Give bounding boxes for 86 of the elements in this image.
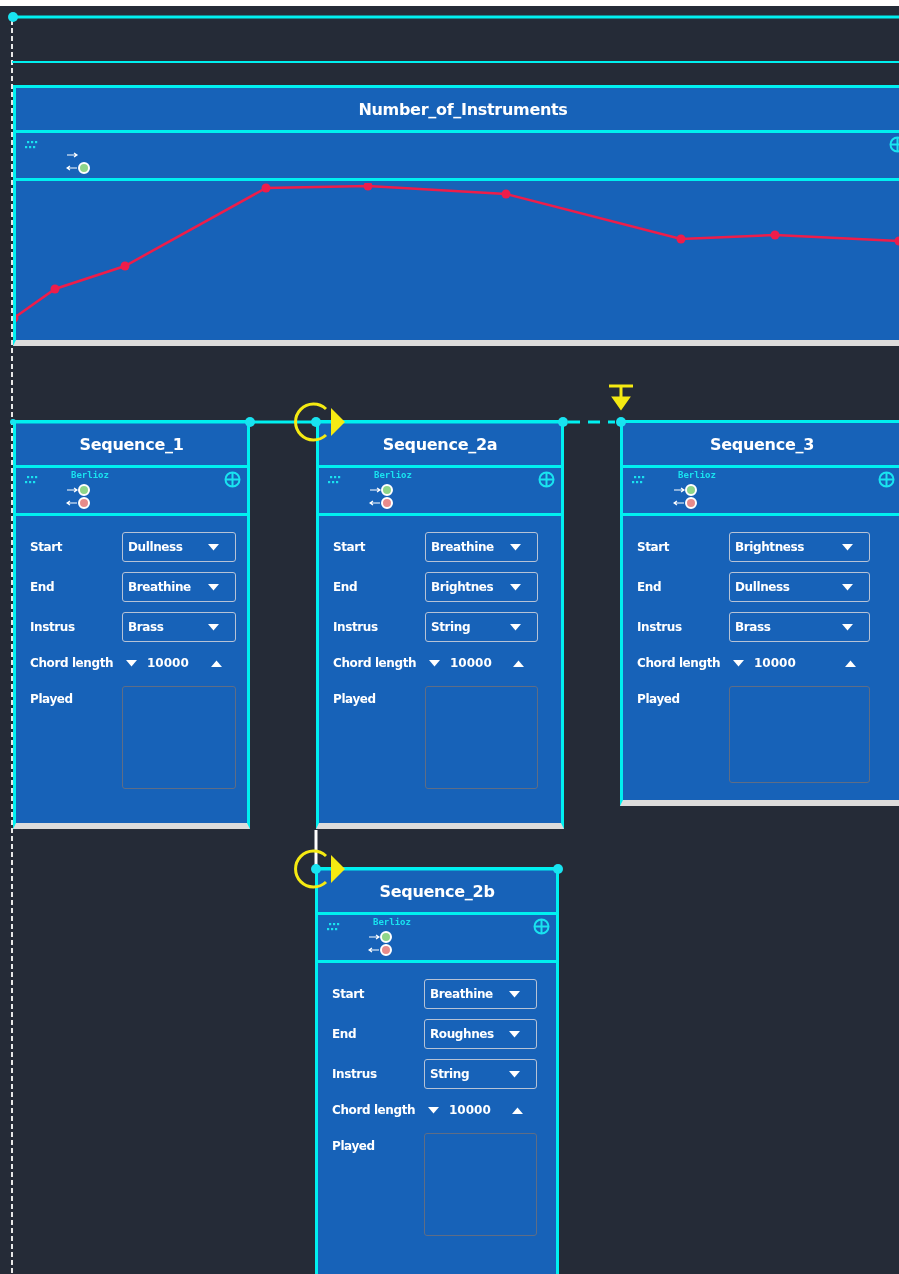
dropdown[interactable]: Breathine (122, 572, 236, 602)
field-label: Played (333, 691, 377, 706)
grip-icon[interactable] (24, 141, 38, 149)
spinner-value: 10000 (754, 656, 796, 670)
played-field[interactable] (425, 686, 538, 789)
data-point (676, 234, 686, 244)
grip-icon[interactable] (631, 476, 645, 484)
data-point (120, 261, 130, 271)
data-point (363, 183, 373, 191)
ports-icon[interactable] (66, 483, 92, 510)
loop-icon[interactable] (294, 402, 345, 442)
connector-dot[interactable] (616, 417, 626, 427)
dropdown[interactable]: String (424, 1059, 537, 1089)
node-title: Sequence_1 (16, 423, 247, 468)
played-field[interactable] (729, 686, 870, 783)
data-point (261, 183, 271, 193)
caret-icon (510, 583, 521, 591)
spinner-value: 10000 (449, 1103, 491, 1117)
caret-icon (842, 543, 853, 551)
dropdown[interactable]: Brass (729, 612, 870, 642)
data-point (16, 313, 19, 323)
field-label: End (332, 1027, 358, 1041)
caret-icon (208, 543, 219, 551)
add-icon[interactable] (533, 918, 550, 935)
played-field[interactable] (122, 686, 236, 789)
caret-icon (842, 583, 853, 591)
composer-label: Berlioz (373, 917, 411, 927)
field-label: Chord length (333, 656, 418, 670)
field-label: Played (30, 691, 74, 706)
field-label: Start (30, 540, 64, 554)
field-label: Chord length (637, 656, 722, 670)
field-label: End (637, 580, 663, 594)
grip-icon[interactable] (24, 476, 38, 484)
field-label: Played (637, 691, 681, 706)
dropdown[interactable]: Brass (122, 612, 236, 642)
field-label: Start (332, 987, 366, 1001)
node-title: Sequence_3 (623, 423, 899, 468)
ports-icon[interactable] (369, 483, 395, 510)
field-label: Instrus (332, 1067, 378, 1081)
field-label: End (333, 580, 359, 594)
data-point (501, 189, 511, 199)
caret-icon (509, 1030, 520, 1038)
data-point (770, 230, 780, 240)
composer-label: Berlioz (678, 470, 716, 480)
dropdown[interactable]: Dullness (122, 532, 236, 562)
data-point (50, 284, 60, 294)
node-title: Number_of_Instruments (16, 88, 899, 133)
field-label: Played (332, 1138, 376, 1153)
add-icon[interactable] (538, 471, 555, 488)
played-field[interactable] (424, 1133, 537, 1236)
dropdown[interactable]: Breathine (425, 532, 538, 562)
caret-icon (509, 990, 520, 998)
caret-icon (510, 623, 521, 631)
dropdown[interactable]: Brightness (729, 532, 870, 562)
field-label: Instrus (333, 620, 379, 634)
dropdown[interactable]: Brightnes (425, 572, 538, 602)
pin-icon[interactable] (607, 384, 635, 411)
composer-label: Berlioz (71, 470, 109, 480)
dropdown[interactable]: Roughnes (424, 1019, 537, 1049)
loop-icon[interactable] (294, 849, 345, 889)
field-label: Instrus (637, 620, 683, 634)
caret-icon (509, 1070, 520, 1078)
spinner-value: 10000 (450, 656, 492, 670)
data-point (894, 236, 899, 246)
ports-icon[interactable] (368, 930, 394, 957)
field-label: Start (333, 540, 367, 554)
ports-icon[interactable] (673, 483, 699, 510)
dropdown[interactable]: Breathine (424, 979, 537, 1009)
field-label: Start (637, 540, 671, 554)
grip-icon[interactable] (326, 923, 340, 931)
grip-icon[interactable] (327, 476, 341, 484)
caret-icon (208, 623, 219, 631)
spinner-value: 10000 (147, 656, 189, 670)
add-icon[interactable] (224, 471, 241, 488)
field-label: Chord length (30, 656, 115, 670)
field-label: End (30, 580, 56, 594)
field-label: Instrus (30, 620, 76, 634)
caret-icon (510, 543, 521, 551)
field-label: Chord length (332, 1103, 417, 1117)
composer-label: Berlioz (374, 470, 412, 480)
dropdown[interactable]: String (425, 612, 538, 642)
add-icon[interactable] (878, 471, 895, 488)
dropdown[interactable]: Dullness (729, 572, 870, 602)
dashed-connector (568, 420, 615, 424)
caret-icon (842, 623, 853, 631)
caret-icon (208, 583, 219, 591)
